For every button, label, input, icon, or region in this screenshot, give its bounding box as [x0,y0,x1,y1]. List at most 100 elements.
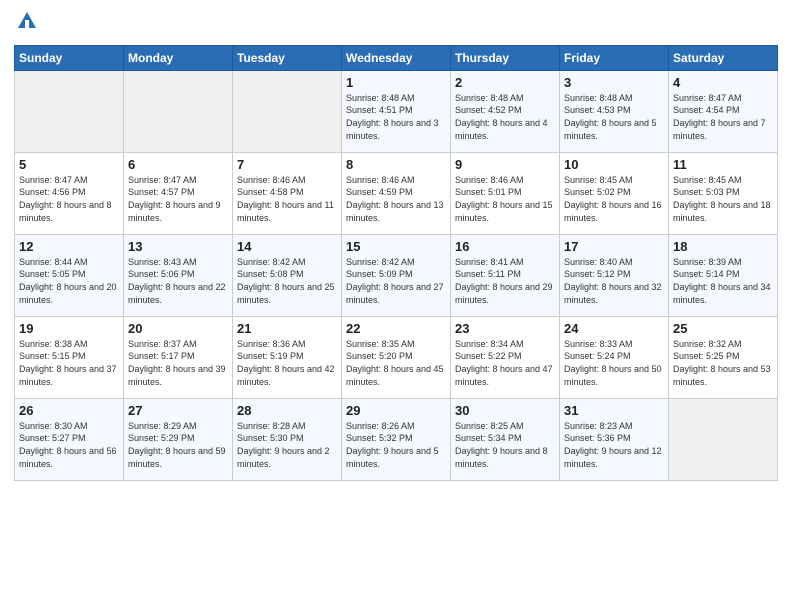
day-info: Sunrise: 8:33 AM Sunset: 5:24 PM Dayligh… [564,338,664,388]
day-info: Sunrise: 8:37 AM Sunset: 5:17 PM Dayligh… [128,338,228,388]
day-info: Sunrise: 8:26 AM Sunset: 5:32 PM Dayligh… [346,420,446,470]
day-cell: 4Sunrise: 8:47 AM Sunset: 4:54 PM Daylig… [669,70,778,152]
day-cell: 8 Sunrise: 8:46 AM Sunset: 4:59 PM Daylig… [342,152,451,234]
day-cell [124,70,233,152]
day-cell: 5 Sunrise: 8:47 AM Sunset: 4:56 PM Daylig… [15,152,124,234]
day-info: Sunrise: 8:23 AM Sunset: 5:36 PM Dayligh… [564,420,664,470]
day-cell: 26 Sunrise: 8:30 AM Sunset: 5:27 PM Dayli… [15,398,124,480]
header-row: SundayMondayTuesdayWednesdayThursdayFrid… [15,45,778,70]
day-number: 30 [455,403,555,418]
day-cell: 7 Sunrise: 8:46 AM Sunset: 4:58 PM Daylig… [233,152,342,234]
week-row-4: 19 Sunrise: 8:38 AM Sunset: 5:15 PM Dayli… [15,316,778,398]
day-info: Sunrise: 8:46 AM Sunset: 5:01 PM Dayligh… [455,174,555,224]
day-info: Sunrise: 8:48 AM Sunset: 4:53 PM Dayligh… [564,92,664,142]
day-cell: 28Sunrise: 8:28 AM Sunset: 5:30 PM Dayli… [233,398,342,480]
day-number: 23 [455,321,555,336]
day-number: 19 [19,321,119,336]
day-number: 13 [128,239,228,254]
day-info: Sunrise: 8:42 AM Sunset: 5:08 PM Dayligh… [237,256,337,306]
day-number: 1 [346,75,446,90]
day-number: 14 [237,239,337,254]
day-number: 28 [237,403,337,418]
day-cell: 25 Sunrise: 8:32 AM Sunset: 5:25 PM Dayli… [669,316,778,398]
day-number: 3 [564,75,664,90]
day-cell: 10Sunrise: 8:45 AM Sunset: 5:02 PM Dayli… [560,152,669,234]
day-info: Sunrise: 8:44 AM Sunset: 5:05 PM Dayligh… [19,256,119,306]
day-number: 31 [564,403,664,418]
day-number: 25 [673,321,773,336]
day-cell: 24 Sunrise: 8:33 AM Sunset: 5:24 PM Dayli… [560,316,669,398]
day-number: 8 [346,157,446,172]
day-info: Sunrise: 8:45 AM Sunset: 5:03 PM Dayligh… [673,174,773,224]
day-cell: 30 Sunrise: 8:25 AM Sunset: 5:34 PM Dayli… [451,398,560,480]
day-number: 27 [128,403,228,418]
day-number: 16 [455,239,555,254]
day-cell: 14 Sunrise: 8:42 AM Sunset: 5:08 PM Dayli… [233,234,342,316]
day-number: 22 [346,321,446,336]
day-info: Sunrise: 8:39 AM Sunset: 5:14 PM Dayligh… [673,256,773,306]
day-info: Sunrise: 8:32 AM Sunset: 5:25 PM Dayligh… [673,338,773,388]
day-info: Sunrise: 8:42 AM Sunset: 5:09 PM Dayligh… [346,256,446,306]
day-number: 7 [237,157,337,172]
header-cell-saturday: Saturday [669,45,778,70]
day-cell: 12 Sunrise: 8:44 AM Sunset: 5:05 PM Dayli… [15,234,124,316]
day-cell: 16Sunrise: 8:41 AM Sunset: 5:11 PM Dayli… [451,234,560,316]
day-cell: 2 Sunrise: 8:48 AM Sunset: 4:52 PM Daylig… [451,70,560,152]
day-cell: 21 Sunrise: 8:36 AM Sunset: 5:19 PM Dayli… [233,316,342,398]
day-info: Sunrise: 8:43 AM Sunset: 5:06 PM Dayligh… [128,256,228,306]
calendar-table: SundayMondayTuesdayWednesdayThursdayFrid… [14,45,778,481]
day-number: 11 [673,157,773,172]
day-info: Sunrise: 8:48 AM Sunset: 4:52 PM Dayligh… [455,92,555,142]
day-cell: 31 Sunrise: 8:23 AM Sunset: 5:36 PM Dayli… [560,398,669,480]
day-cell: 18 Sunrise: 8:39 AM Sunset: 5:14 PM Dayli… [669,234,778,316]
day-number: 20 [128,321,228,336]
day-cell: 15 Sunrise: 8:42 AM Sunset: 5:09 PM Dayli… [342,234,451,316]
day-info: Sunrise: 8:48 AM Sunset: 4:51 PM Dayligh… [346,92,446,142]
day-info: Sunrise: 8:38 AM Sunset: 5:15 PM Dayligh… [19,338,119,388]
day-info: Sunrise: 8:47 AM Sunset: 4:56 PM Dayligh… [19,174,119,224]
day-number: 24 [564,321,664,336]
day-number: 2 [455,75,555,90]
week-row-5: 26 Sunrise: 8:30 AM Sunset: 5:27 PM Dayli… [15,398,778,480]
day-cell: 22Sunrise: 8:35 AM Sunset: 5:20 PM Dayli… [342,316,451,398]
day-info: Sunrise: 8:36 AM Sunset: 5:19 PM Dayligh… [237,338,337,388]
day-cell: 11 Sunrise: 8:45 AM Sunset: 5:03 PM Dayli… [669,152,778,234]
day-number: 21 [237,321,337,336]
day-cell: 19 Sunrise: 8:38 AM Sunset: 5:15 PM Dayli… [15,316,124,398]
day-info: Sunrise: 8:34 AM Sunset: 5:22 PM Dayligh… [455,338,555,388]
day-cell: 20 Sunrise: 8:37 AM Sunset: 5:17 PM Dayli… [124,316,233,398]
day-cell: 6Sunrise: 8:47 AM Sunset: 4:57 PM Daylig… [124,152,233,234]
day-cell: 3 Sunrise: 8:48 AM Sunset: 4:53 PM Daylig… [560,70,669,152]
header-cell-sunday: Sunday [15,45,124,70]
day-info: Sunrise: 8:29 AM Sunset: 5:29 PM Dayligh… [128,420,228,470]
logo [14,10,38,37]
day-cell [15,70,124,152]
day-number: 15 [346,239,446,254]
week-row-2: 5 Sunrise: 8:47 AM Sunset: 4:56 PM Daylig… [15,152,778,234]
header [14,10,778,37]
day-cell: 27 Sunrise: 8:29 AM Sunset: 5:29 PM Dayli… [124,398,233,480]
header-cell-thursday: Thursday [451,45,560,70]
week-row-3: 12 Sunrise: 8:44 AM Sunset: 5:05 PM Dayli… [15,234,778,316]
day-info: Sunrise: 8:25 AM Sunset: 5:34 PM Dayligh… [455,420,555,470]
header-cell-friday: Friday [560,45,669,70]
day-cell [233,70,342,152]
logo-icon [16,10,38,32]
day-cell: 23 Sunrise: 8:34 AM Sunset: 5:22 PM Dayli… [451,316,560,398]
header-cell-monday: Monday [124,45,233,70]
day-cell: 13 Sunrise: 8:43 AM Sunset: 5:06 PM Dayli… [124,234,233,316]
day-cell [669,398,778,480]
day-info: Sunrise: 8:46 AM Sunset: 4:59 PM Dayligh… [346,174,446,224]
day-number: 18 [673,239,773,254]
day-number: 12 [19,239,119,254]
header-cell-tuesday: Tuesday [233,45,342,70]
day-number: 5 [19,157,119,172]
day-info: Sunrise: 8:46 AM Sunset: 4:58 PM Dayligh… [237,174,337,224]
day-cell: 29 Sunrise: 8:26 AM Sunset: 5:32 PM Dayli… [342,398,451,480]
calendar-container: SundayMondayTuesdayWednesdayThursdayFrid… [0,0,792,491]
day-number: 29 [346,403,446,418]
day-info: Sunrise: 8:30 AM Sunset: 5:27 PM Dayligh… [19,420,119,470]
day-number: 6 [128,157,228,172]
day-number: 26 [19,403,119,418]
day-cell: 9Sunrise: 8:46 AM Sunset: 5:01 PM Daylig… [451,152,560,234]
